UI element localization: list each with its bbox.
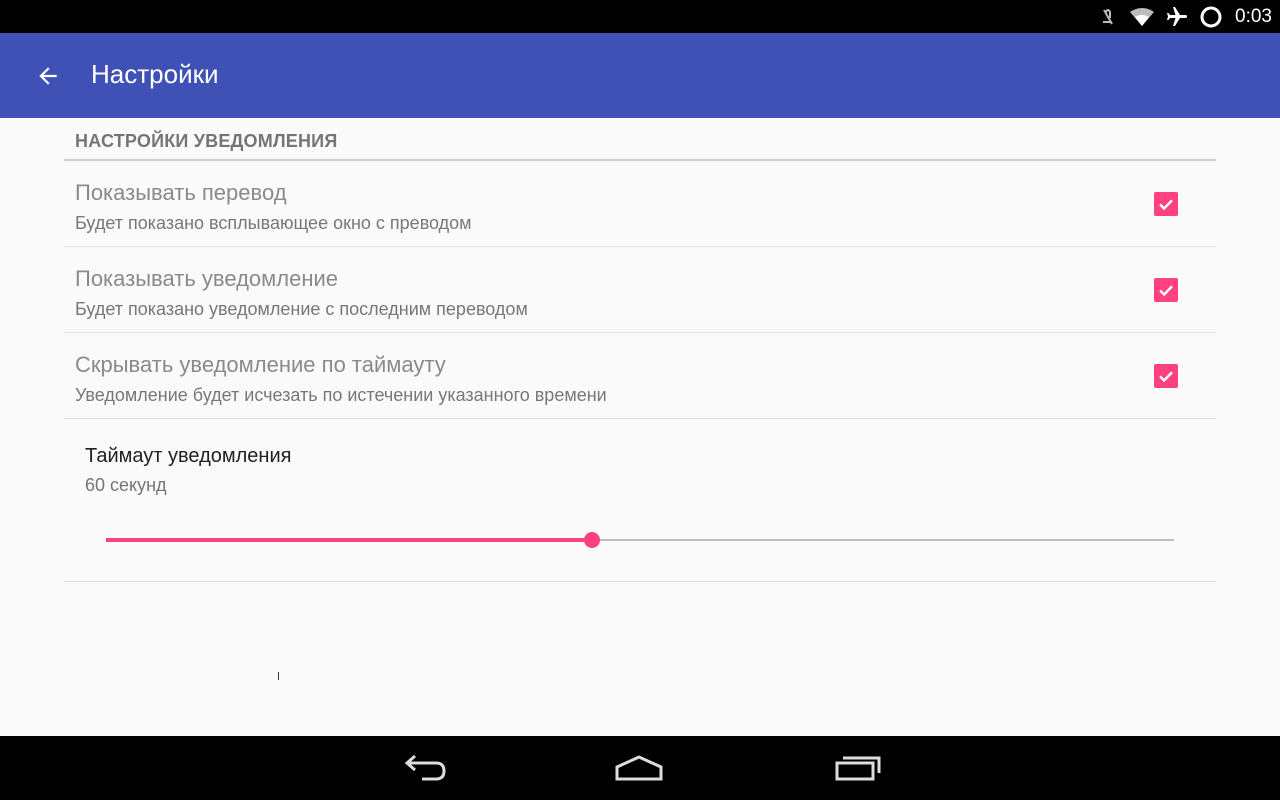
slider-thumb[interactable] (583, 532, 600, 548)
pref-show-translation[interactable]: Показывать перевод Будет показано всплыв… (64, 161, 1216, 247)
pref-summary: Будет показано уведомление с последним п… (75, 299, 528, 319)
show-notification-checkbox[interactable] (1154, 278, 1178, 302)
nav-home-button[interactable] (604, 748, 674, 788)
pref-summary: Будет показано всплывающее окно с превод… (75, 213, 472, 233)
pref-notification-timeout: Таймаут уведомления 60 секунд (64, 419, 1216, 582)
pref-hide-notification-timeout[interactable]: Скрывать уведомление по таймауту Уведомл… (64, 333, 1216, 419)
category-label: НАСТРОЙКИ УВЕДОМЛЕНИЯ (75, 131, 338, 151)
cursor-mark (278, 672, 279, 680)
mute-icon (1097, 6, 1119, 28)
wifi-icon (1129, 7, 1155, 27)
page-title: Настройки (91, 59, 219, 89)
back-nav-icon (404, 754, 446, 781)
back-button[interactable] (24, 55, 72, 97)
recents-nav-icon (835, 756, 881, 781)
pref-summary: Уведомление будет исчезать по истечении … (75, 385, 607, 405)
pref-show-notification[interactable]: Показывать уведомление Будет показано ув… (64, 247, 1216, 333)
seek-summary: 60 секунд (85, 475, 167, 495)
timeout-slider[interactable] (106, 532, 1174, 548)
pref-title: Показывать уведомление (75, 266, 339, 291)
status-bar: 0:03 (0, 0, 1280, 33)
status-time: 0:03 (1235, 5, 1272, 27)
home-nav-icon (615, 755, 663, 781)
navigation-bar (0, 736, 1280, 800)
pref-title: Показывать перевод (75, 180, 287, 205)
nav-recents-button[interactable] (822, 748, 892, 788)
check-icon (1159, 371, 1173, 383)
nav-back-button[interactable] (389, 748, 459, 788)
airplane-mode-icon (1165, 5, 1189, 29)
slider-fill (106, 538, 592, 542)
arrow-back-icon (39, 67, 57, 85)
category-header: НАСТРОЙКИ УВЕДОМЛЕНИЯ (64, 118, 1216, 161)
settings-content: НАСТРОЙКИ УВЕДОМЛЕНИЯ Показывать перевод… (0, 118, 1280, 736)
hide-by-timeout-checkbox[interactable] (1154, 364, 1178, 388)
show-translation-checkbox[interactable] (1154, 192, 1178, 216)
circle-status-icon (1199, 5, 1223, 29)
check-icon (1159, 285, 1173, 297)
app-bar: Настройки (0, 33, 1280, 118)
check-icon (1159, 199, 1173, 211)
seek-title: Таймаут уведомления (85, 445, 292, 467)
status-icons: 0:03 (1097, 0, 1272, 33)
pref-title: Скрывать уведомление по таймауту (75, 352, 446, 377)
